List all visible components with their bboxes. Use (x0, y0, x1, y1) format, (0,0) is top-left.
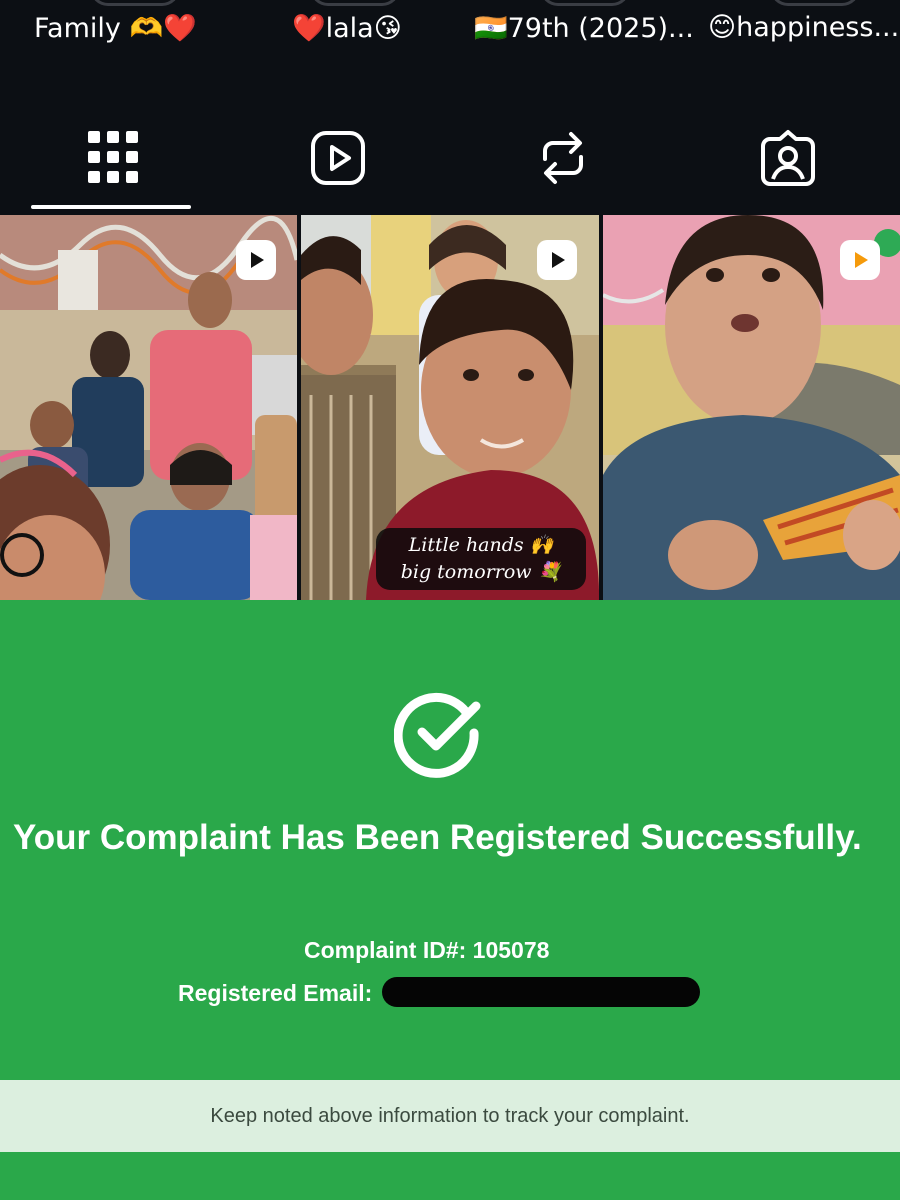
reel-play-icon (840, 240, 880, 280)
check-circle-icon (394, 692, 481, 778)
highlight-family[interactable]: Family 🫶❤️ (34, 12, 197, 44)
highlight-ring[interactable] (90, 0, 180, 6)
tab-reposts[interactable] (450, 100, 675, 215)
play-icon (251, 252, 264, 268)
reel-play-icon (236, 240, 276, 280)
grid-post-1[interactable] (0, 215, 297, 600)
grid-post-2[interactable]: Little hands 🙌 big tomorrow 💐 (301, 215, 599, 600)
active-tab-indicator (31, 205, 191, 209)
tab-posts-grid[interactable] (0, 100, 225, 215)
highlight-ring[interactable] (310, 0, 400, 6)
play-icon (552, 252, 565, 268)
tagged-icon (760, 129, 815, 186)
reels-icon (310, 130, 365, 185)
reel-caption: Little hands 🙌 big tomorrow 💐 (376, 528, 586, 590)
tab-tagged[interactable] (675, 100, 900, 215)
notice-banner: Keep noted above information to track yo… (0, 1080, 900, 1152)
highlight-ring[interactable] (540, 0, 630, 6)
repost-icon (542, 131, 583, 184)
registered-email-label: Registered Email: (178, 980, 373, 1006)
highlight-ring[interactable] (770, 0, 860, 6)
complaint-success-panel: Your Complaint Has Been Registered Succe… (0, 600, 900, 1200)
highlight-79th[interactable]: 🇮🇳79th (2025)... (474, 12, 694, 44)
complaint-id-line: Complaint ID#: 105078 (304, 937, 549, 964)
grid-icon (87, 130, 138, 183)
story-highlights: Family 🫶❤️ ❤️lala😘 🇮🇳79th (2025)... 😊hap… (0, 0, 900, 100)
complaint-id-label: Complaint ID#: (304, 937, 467, 963)
grid-post-3[interactable] (603, 215, 900, 600)
play-icon (855, 252, 868, 268)
tab-reels[interactable] (225, 100, 450, 215)
complaint-id-value: 105078 (472, 937, 550, 963)
highlight-happiness[interactable]: 😊happiness... (708, 12, 899, 43)
success-title: Your Complaint Has Been Registered Succe… (13, 818, 862, 857)
reel-play-icon (537, 240, 577, 280)
posts-grid: Little hands 🙌 big tomorrow 💐 (0, 215, 900, 600)
redacted-email (382, 977, 700, 1007)
highlight-lala[interactable]: ❤️lala😘 (292, 12, 402, 44)
profile-tabs (0, 100, 900, 215)
notice-text: Keep noted above information to track yo… (210, 1104, 690, 1127)
